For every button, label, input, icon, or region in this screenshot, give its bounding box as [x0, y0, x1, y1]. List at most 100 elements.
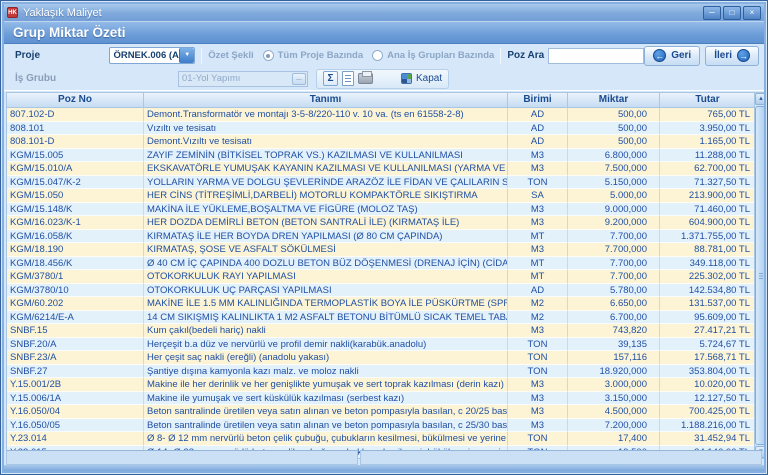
radio-tum-proje[interactable]: [263, 50, 274, 61]
maximize-button[interactable]: □: [723, 6, 741, 20]
cell-miktar: 7.700,00: [568, 257, 660, 271]
radio-ana-is-gruplari[interactable]: [372, 50, 383, 61]
cell-miktar: 7.700,00: [568, 270, 660, 284]
table-row[interactable]: KGM/18.190KIRMATAŞ, ŞOSE VE ASFALT SÖKÜL…: [7, 243, 754, 257]
kapat-button[interactable]: Kapat: [401, 73, 442, 84]
table-row[interactable]: Y.15.001/2BMakine ile her derinlik ve he…: [7, 378, 754, 392]
cell-tutar: 95.609,00 TL: [660, 311, 756, 325]
table-row[interactable]: KGM/6214/E-A14 CM SIKIŞMIŞ KALINLIKTA 1 …: [7, 311, 754, 325]
table-row[interactable]: SNBF.20/AHerçeşit b.a düz ve nervürlü ve…: [7, 338, 754, 352]
table-row[interactable]: KGM/60.202MAKİNE İLE 1.5 MM KALINLIĞINDA…: [7, 297, 754, 311]
cell-poz-no: 808.101-D: [7, 135, 144, 149]
table-row[interactable]: KGM/3780/10OTOKORKULUK UÇ PARÇASI YAPILM…: [7, 284, 754, 298]
table-row[interactable]: SNBF.23/AHer çeşit saç nakli (ereğli) (a…: [7, 351, 754, 365]
status-cell-left: [6, 450, 358, 465]
header-birimi[interactable]: Birimi: [508, 93, 568, 107]
cell-tutar: 12.127,50 TL: [660, 392, 756, 406]
form-row-2: İş Grubu 01-Yol Yapımı ... Σ Kapat: [4, 67, 764, 90]
cell-poz-no: KGM/15.047/K-2: [7, 176, 144, 190]
cell-tutar: 5.724,67 TL: [660, 338, 756, 352]
chevron-down-icon[interactable]: ▼: [179, 48, 194, 63]
header-tutar[interactable]: Tutar: [660, 93, 756, 107]
cell-poz-no: KGM/60.202: [7, 297, 144, 311]
cell-poz-no: 808.101: [7, 122, 144, 136]
table-row[interactable]: SNBF.15Kum çakıl(bedeli hariç) nakliM374…: [7, 324, 754, 338]
cell-birimi: M3: [508, 405, 568, 419]
cell-tanimi: ZAYIF ZEMİNİN (BİTKİSEL TOPRAK VS.) KAZI…: [144, 149, 508, 163]
separator: [201, 48, 202, 64]
cell-tutar: 10.020,00 TL: [660, 378, 756, 392]
cell-birimi: M3: [508, 149, 568, 163]
title-bar[interactable]: HK Yaklaşık Maliyet ─ □ ×: [4, 4, 764, 21]
is-grubu-label: İş Grubu: [4, 73, 178, 84]
cell-tanimi: Ø 8- Ø 12 mm nervürlü beton çelik çubuğu…: [144, 432, 508, 446]
scrollbar-thumb[interactable]: [755, 106, 766, 445]
table-row[interactable]: KGM/18.456/KØ 40 CM İÇ ÇAPINDA 400 DOZLU…: [7, 257, 754, 271]
table-row[interactable]: KGM/3780/1OTOKORKULUK RAYI YAPILMASIMT7.…: [7, 270, 754, 284]
cell-tanimi: Herçeşit b.a düz ve nervürlü ve profil d…: [144, 338, 508, 352]
cell-miktar: 6.650,00: [568, 297, 660, 311]
cell-miktar: 4.500,000: [568, 405, 660, 419]
cell-poz-no: KGM/16.058/K: [7, 230, 144, 244]
header-miktar[interactable]: Miktar: [568, 93, 660, 107]
table-row[interactable]: Y.15.006/1AMakine ile yumuşak ve sert kü…: [7, 392, 754, 406]
table-row[interactable]: KGM/15.010/AEKSKAVATÖRLE YUMUŞAK KAYANIN…: [7, 162, 754, 176]
scroll-up-icon[interactable]: ▲: [755, 93, 766, 105]
forward-arrow-icon: →: [737, 49, 750, 62]
minimize-button[interactable]: ─: [703, 6, 721, 20]
header-poz-no[interactable]: Poz No: [7, 93, 144, 107]
table-row[interactable]: SNBF.27Şantiye dışına kamyonla kazı malz…: [7, 365, 754, 379]
is-grubu-input[interactable]: 01-Yol Yapımı ...: [178, 71, 308, 87]
app-logo-icon: HK: [7, 7, 18, 18]
cell-tutar: 1.165,00 TL: [660, 135, 756, 149]
table-row[interactable]: KGM/15.050HER CİNS (TİTREŞİMLİ,DARBELİ) …: [7, 189, 754, 203]
cell-tutar: 765,00 TL: [660, 108, 756, 122]
cell-tutar: 17.568,71 TL: [660, 351, 756, 365]
page-header: Grup Miktar Özeti: [4, 21, 764, 44]
cell-miktar: 9.200,000: [568, 216, 660, 230]
cell-tutar: 700.425,00 TL: [660, 405, 756, 419]
table-row[interactable]: Y.16.050/04Beton santralinde üretilen ve…: [7, 405, 754, 419]
table-row[interactable]: 808.101-DDemont.Vızıltı ve tesisatıAD500…: [7, 135, 754, 149]
cell-birimi: MT: [508, 270, 568, 284]
proje-dropdown[interactable]: ÖRNEK.006 (Ana Proje) ▼: [109, 47, 195, 64]
form-row-1: Proje ÖRNEK.006 (Ana Proje) ▼ Özet Şekli…: [4, 44, 764, 67]
status-cell-right: [360, 450, 762, 465]
report-document-button[interactable]: [342, 71, 354, 86]
table-row[interactable]: KGM/15.047/K-2YOLLARIN YARMA VE DOLGU ŞE…: [7, 176, 754, 190]
table-row[interactable]: KGM/15.148/KMAKİNA İLE YÜKLEME,BOŞALTMA …: [7, 203, 754, 217]
table-row[interactable]: KGM/16.058/KKIRMATAŞ İLE HER BOYDA DREN …: [7, 230, 754, 244]
browse-dots-button[interactable]: ...: [292, 73, 306, 85]
cell-poz-no: Y.23.014: [7, 432, 144, 446]
cell-birimi: M3: [508, 378, 568, 392]
table-row[interactable]: KGM/16.023/K-1HER DOZDA DEMİRLİ BETON (B…: [7, 216, 754, 230]
poz-ara-input[interactable]: [548, 48, 644, 64]
cell-poz-no: KGM/15.010/A: [7, 162, 144, 176]
sum-sigma-button[interactable]: Σ: [323, 71, 338, 86]
geri-button[interactable]: ← Geri: [644, 46, 700, 66]
radio-ana-is-gruplari-label[interactable]: Ana İş Grupları Bazında: [387, 50, 494, 61]
vertical-scrollbar[interactable]: ▲ ▼: [754, 93, 766, 458]
cell-birimi: M2: [508, 297, 568, 311]
table-row[interactable]: 808.101Vızıltı ve tesisatıAD500,003.950,…: [7, 122, 754, 136]
cell-birimi: M3: [508, 203, 568, 217]
table-row[interactable]: Y.23.014Ø 8- Ø 12 mm nervürlü beton çeli…: [7, 432, 754, 446]
cell-tutar: 604.900,00 TL: [660, 216, 756, 230]
cell-miktar: 5.150,000: [568, 176, 660, 190]
ileri-button[interactable]: İleri →: [705, 46, 759, 66]
printer-button[interactable]: [358, 73, 373, 84]
table-row[interactable]: KGM/15.005ZAYIF ZEMİNİN (BİTKİSEL TOPRAK…: [7, 149, 754, 163]
table-row[interactable]: 807.102-DDemont.Transformatör ve montajı…: [7, 108, 754, 122]
cell-tanimi: KIRMATAŞ, ŞOSE VE ASFALT SÖKÜLMESİ: [144, 243, 508, 257]
cell-miktar: 500,00: [568, 135, 660, 149]
table-row[interactable]: Y.16.050/05Beton santralinde üretilen ve…: [7, 419, 754, 433]
cell-birimi: SA: [508, 189, 568, 203]
header-tanimi[interactable]: Tanımı: [144, 93, 508, 107]
cell-tutar: 3.950,00 TL: [660, 122, 756, 136]
cell-miktar: 18.920,000: [568, 365, 660, 379]
cell-poz-no: KGM/6214/E-A: [7, 311, 144, 325]
close-button[interactable]: ×: [743, 6, 761, 20]
cell-birimi: MT: [508, 230, 568, 244]
status-bar: [6, 450, 762, 465]
radio-tum-proje-label[interactable]: Tüm Proje Bazında: [278, 50, 364, 61]
